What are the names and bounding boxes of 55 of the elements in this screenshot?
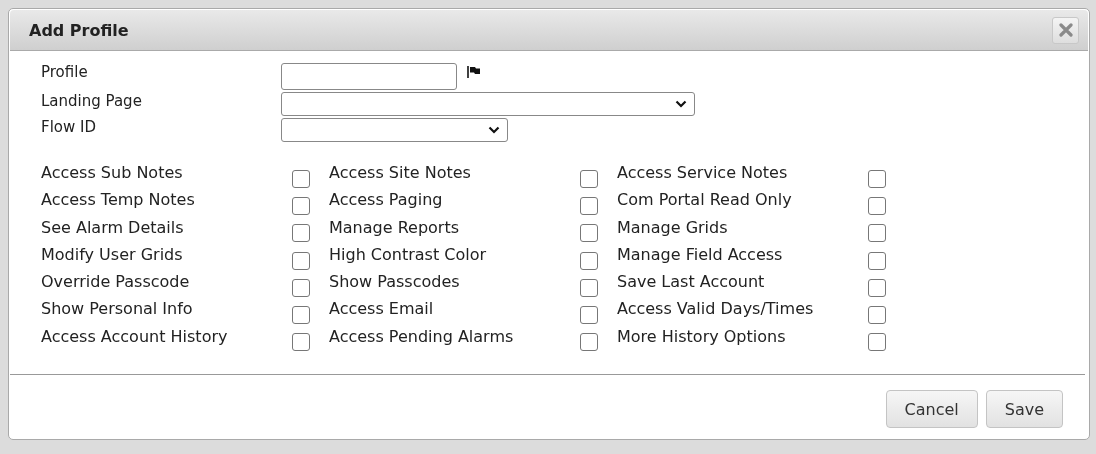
permission-label: More History Options xyxy=(617,326,787,346)
cancel-button[interactable]: Cancel xyxy=(885,390,978,429)
field-label: Landing Page xyxy=(41,92,143,110)
permission-label: Modify User Grids xyxy=(41,244,184,264)
checkbox[interactable] xyxy=(292,224,310,243)
permission-label: Manage Field Access xyxy=(617,244,784,264)
save-button[interactable]: Save xyxy=(985,390,1063,429)
permission-label: High Contrast Color xyxy=(329,244,488,264)
permission-label: Manage Reports xyxy=(329,217,460,237)
field-label: Flow ID xyxy=(41,118,97,136)
permission-label: Access Valid Days/Times xyxy=(617,299,815,319)
permission-label: Access Sub Notes xyxy=(41,163,184,182)
permission-label: Override Passcode xyxy=(41,272,191,292)
permission-label: Access Site Notes xyxy=(329,163,472,182)
checkbox[interactable] xyxy=(868,278,886,297)
checkbox[interactable] xyxy=(292,196,310,215)
input-field[interactable] xyxy=(281,63,457,90)
caret-icon xyxy=(675,100,687,108)
close-icon xyxy=(1058,23,1073,37)
checkbox[interactable] xyxy=(868,306,886,325)
permission-label: See Alarm Details xyxy=(41,217,185,237)
checkbox[interactable] xyxy=(580,169,598,188)
checkbox[interactable] xyxy=(580,251,598,270)
checkbox[interactable] xyxy=(580,196,598,215)
checkbox[interactable] xyxy=(868,224,886,243)
checkbox[interactable] xyxy=(868,196,886,215)
permission-label: Access Account History xyxy=(41,326,229,346)
checkbox[interactable] xyxy=(580,278,598,297)
close-button[interactable] xyxy=(1052,16,1079,44)
dropdown[interactable] xyxy=(281,118,508,142)
caret-icon xyxy=(488,126,500,134)
dialog-title: Add Profile xyxy=(29,20,129,40)
permission-label: Save Last Account xyxy=(617,272,766,292)
checkbox[interactable] xyxy=(292,333,310,352)
checkbox[interactable] xyxy=(580,333,598,352)
checkbox[interactable] xyxy=(292,169,310,188)
checkbox[interactable] xyxy=(868,251,886,270)
permission-label: Show Passcodes xyxy=(329,272,461,292)
checkbox[interactable] xyxy=(868,169,886,188)
checkbox[interactable] xyxy=(292,251,310,270)
checkbox[interactable] xyxy=(580,224,598,243)
permission-label: Access Email xyxy=(329,299,435,319)
checkbox[interactable] xyxy=(292,278,310,297)
permission-label: Access Paging xyxy=(329,190,444,210)
permission-label: Access Service Notes xyxy=(617,163,789,182)
permission-label: Manage Grids xyxy=(617,217,729,237)
checkbox[interactable] xyxy=(292,306,310,325)
permission-label: Show Personal Info xyxy=(41,299,194,319)
permission-label: Com Portal Read Only xyxy=(617,190,793,210)
dropdown[interactable] xyxy=(281,92,695,116)
permission-label: Access Temp Notes xyxy=(41,190,196,210)
permission-label: Access Pending Alarms xyxy=(329,326,515,346)
checkbox[interactable] xyxy=(868,333,886,352)
field-label: Profile xyxy=(41,63,89,81)
checkbox[interactable] xyxy=(580,306,598,325)
